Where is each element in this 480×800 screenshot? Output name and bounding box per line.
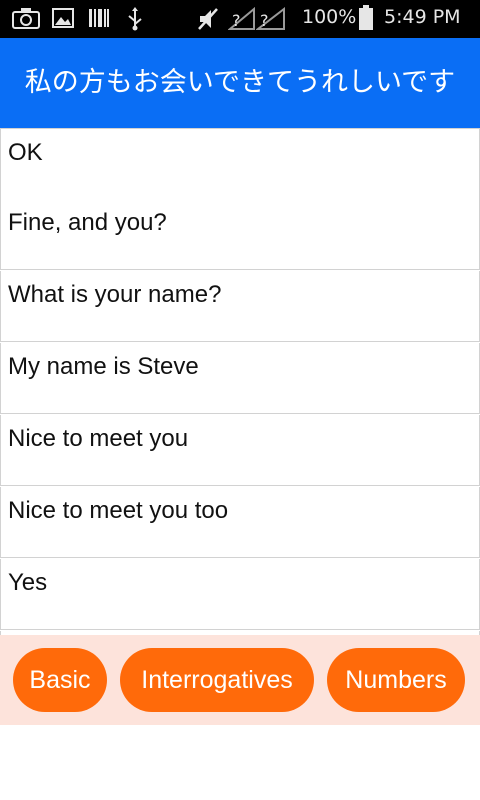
list-item-label: What is your name? [8,281,222,308]
list-item[interactable]: Nice to meet you too [0,487,480,558]
clock: 5:49 PM [384,6,461,28]
list-item[interactable]: Fine, and you? [0,199,480,270]
list-item[interactable]: What is your name? [0,271,480,342]
image-icon [52,7,74,33]
list-item-label: Fine, and you? [8,209,167,236]
no-signal-icon: ? [255,6,286,35]
category-bar: Basic Interrogatives Numbers [0,635,480,725]
list-item[interactable]: My name is Steve [0,343,480,414]
battery-icon [358,5,374,35]
svg-text:?: ? [232,11,241,30]
list-item-label: OK [8,139,43,166]
status-bar: ? ? 100% 5:49 PM [0,0,480,38]
list-item[interactable]: OK [0,128,480,200]
svg-text:?: ? [260,11,269,30]
list-item-label: Yes [8,569,48,596]
list-item-label: Nice to meet you [8,425,189,452]
page-title: 私の方もお会いできてうれしいです [24,67,456,98]
usb-icon [126,7,144,35]
mute-icon [196,7,220,35]
phrase-list[interactable]: OK Fine, and you? What is your name? My … [0,128,480,635]
header: 私の方もお会いできてうれしいです [0,38,480,128]
no-signal-icon: ? [227,6,256,35]
basic-button[interactable]: Basic [13,648,107,712]
barcode-icon [88,7,110,33]
list-item[interactable]: Yes [0,559,480,630]
numbers-button[interactable]: Numbers [327,648,465,712]
camera-icon [12,7,40,33]
battery-percent: 100% [302,6,357,28]
list-item-label: Nice to meet you too [8,497,229,524]
list-item[interactable]: Nice to meet you [0,415,480,486]
list-item-label: My name is Steve [8,353,199,380]
interrogatives-button[interactable]: Interrogatives [120,648,314,712]
